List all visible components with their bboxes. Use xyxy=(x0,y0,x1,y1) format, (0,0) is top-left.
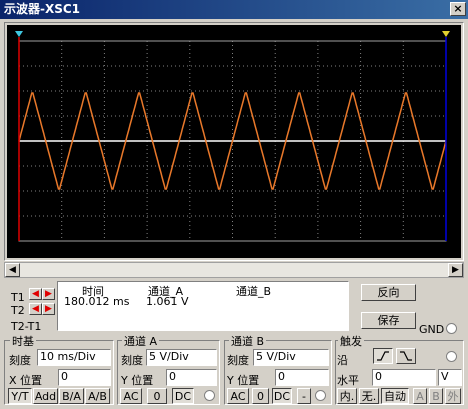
gnd-label: GND xyxy=(419,323,445,336)
channel-b-dc-button[interactable]: DC xyxy=(272,388,292,404)
rising-edge-icon[interactable] xyxy=(373,348,393,364)
trigger-ext-terminal-icon[interactable] xyxy=(446,351,457,362)
t2-left-arrow-icon[interactable]: ◀ xyxy=(29,303,42,315)
cursor-t1-label: T1 xyxy=(11,291,25,304)
timebase-xpos-input[interactable]: 0 xyxy=(58,369,111,386)
channel-b-scale-input[interactable]: 5 V/Div xyxy=(253,349,329,366)
channel-b-zero-button[interactable]: 0 xyxy=(252,388,269,404)
channel-b-scale-label: 刻度 xyxy=(227,354,249,367)
falling-edge-icon[interactable] xyxy=(396,348,416,364)
channel-b-title: 通道 B xyxy=(229,333,267,349)
channel-b-ac-button[interactable]: AC xyxy=(227,388,249,404)
channel-a-ac-button[interactable]: AC xyxy=(120,388,142,404)
reverse-button[interactable]: 反向 xyxy=(361,284,416,301)
cursor-t2-marker xyxy=(442,31,450,37)
cursor-t1-marker xyxy=(15,31,23,37)
window-title-bar: 示波器-XSC1 xyxy=(0,0,468,19)
window-title: 示波器-XSC1 xyxy=(4,2,81,16)
trigger-mode-normal-button[interactable]: 无. xyxy=(359,388,379,404)
mode-add-button[interactable]: Add xyxy=(33,388,58,404)
t2-right-arrow-icon[interactable]: ▶ xyxy=(42,303,55,315)
channel-b-minus-button[interactable]: - xyxy=(297,388,311,404)
cursor-t2-label: T2 xyxy=(11,304,25,317)
channel-b-terminal-icon[interactable] xyxy=(315,390,326,401)
trigger-level-label: 水平 xyxy=(337,374,359,387)
timebase-scale-label: 刻度 xyxy=(9,354,31,367)
close-button[interactable]: × xyxy=(450,2,466,16)
timebase-title: 时基 xyxy=(10,333,36,349)
channel-a-terminal-icon[interactable] xyxy=(204,390,215,401)
scope-screen xyxy=(7,25,461,258)
channel-a-scale-input[interactable]: 5 V/Div xyxy=(146,349,217,366)
channel-a-dc-button[interactable]: DC xyxy=(172,388,194,404)
gnd-terminal-icon[interactable] xyxy=(446,323,457,334)
scroll-left-button[interactable]: ◀ xyxy=(5,263,20,277)
timebase-scale-input[interactable]: 10 ms/Div xyxy=(37,349,111,366)
timebase-xpos-label: X 位置 xyxy=(9,374,43,387)
trigger-edge-label: 沿 xyxy=(337,354,348,367)
t1-left-arrow-icon[interactable]: ◀ xyxy=(29,288,42,300)
readout-t1-time: 180.012 ms xyxy=(64,295,130,308)
trigger-level-unit[interactable]: V xyxy=(438,369,462,386)
trigger-source-ext-button[interactable]: 外 xyxy=(445,388,461,404)
trigger-source-a-button[interactable]: A xyxy=(413,388,427,404)
trigger-source-b-button[interactable]: B xyxy=(429,388,443,404)
scope-display xyxy=(15,31,450,242)
t1-right-arrow-icon[interactable]: ▶ xyxy=(42,288,55,300)
measurement-readout: 时间 通道_A 通道_B 180.012 ms 1.061 V xyxy=(57,281,349,331)
channel-b-ypos-input[interactable]: 0 xyxy=(275,369,329,386)
mode-ba-button[interactable]: B/A xyxy=(59,388,84,404)
channel-b-ypos-label: Y 位置 xyxy=(227,374,260,387)
scroll-right-button[interactable]: ▶ xyxy=(448,263,463,277)
channel-a-scale-label: 刻度 xyxy=(121,354,143,367)
cursor-diff-label: T2-T1 xyxy=(11,320,42,333)
channel-a-title: 通道 A xyxy=(122,333,160,349)
readout-t1-channel-a: 1.061 V xyxy=(146,295,189,308)
trigger-title: 触发 xyxy=(338,333,364,349)
channel-a-zero-button[interactable]: 0 xyxy=(147,388,167,404)
trigger-level-input[interactable]: 0 xyxy=(372,369,436,386)
trigger-mode-single-button[interactable]: 内. xyxy=(337,388,357,404)
horizontal-scrollbar[interactable]: ◀ ▶ xyxy=(4,262,464,278)
mode-ab-button[interactable]: A/B xyxy=(85,388,110,404)
mode-yt-button[interactable]: Y/T xyxy=(8,388,32,404)
channel-a-ypos-label: Y 位置 xyxy=(121,374,154,387)
save-button[interactable]: 保存 xyxy=(361,312,416,329)
trigger-mode-auto-button[interactable]: 自动 xyxy=(381,388,409,404)
channel-a-ypos-input[interactable]: 0 xyxy=(166,369,217,386)
readout-header-b: 通道_B xyxy=(236,285,272,298)
